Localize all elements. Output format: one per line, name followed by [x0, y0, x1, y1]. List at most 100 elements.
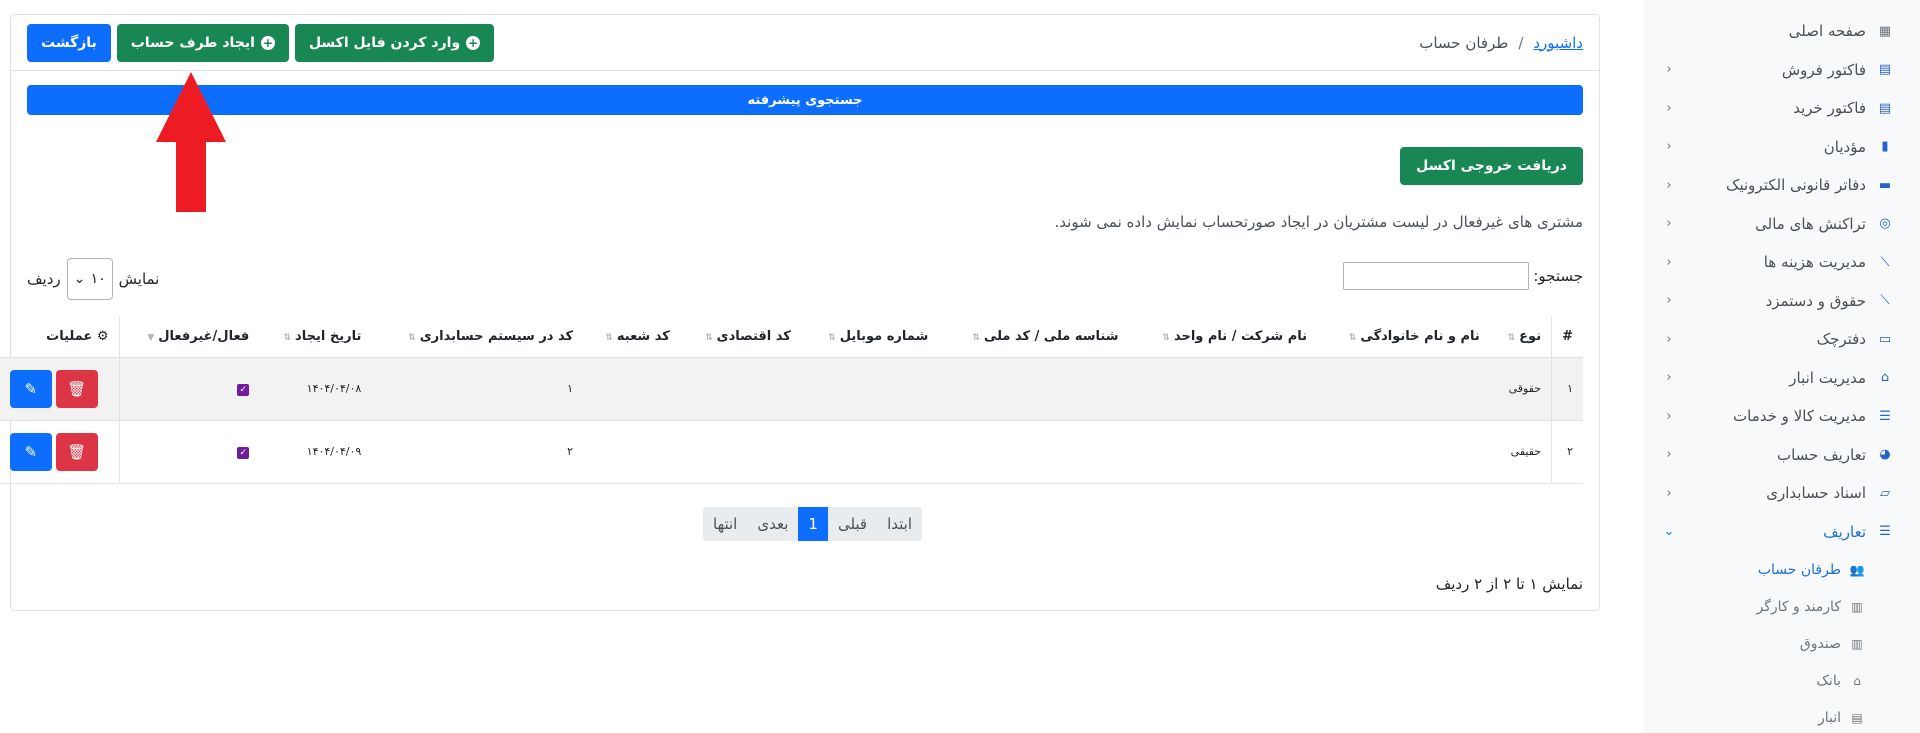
col-header-accounting-code[interactable]: کد در سیستم حسابداری⇅: [371, 317, 584, 358]
sidebar-item-legal-books[interactable]: ▬ دفاتر قانونی الکترونیک ‹: [1644, 166, 1920, 205]
pagination-last[interactable]: انتها: [703, 507, 747, 541]
table-header-row: # نوع⇅ نام و نام خانوادگی⇅ نام شرکت / نا…: [0, 317, 1583, 358]
col-header-active[interactable]: فعال/غیرفعال▼: [119, 317, 260, 358]
pagination-next[interactable]: بعدی: [747, 507, 798, 541]
sort-icon: ⇅: [283, 333, 292, 344]
sidebar-subitem-warehouse[interactable]: ▤ انبار: [1644, 699, 1920, 733]
page-length-select[interactable]: ۱۰ ⌄: [66, 258, 113, 300]
sort-icon: ⇅: [705, 333, 713, 344]
pagination: ابتدا قبلی 1 بعدی انتها: [703, 507, 923, 541]
cell-created-date: ۱۴۰۴/۰۴/۰۸: [259, 357, 372, 421]
col-header-name[interactable]: نام و نام خانوادگی⇅: [1316, 317, 1490, 358]
sidebar-item-purchase-invoice[interactable]: ▤ فاکتور خرید ‹: [1644, 89, 1920, 128]
back-button[interactable]: بازگشت: [27, 23, 111, 62]
chevron-left-icon: ‹: [1666, 100, 1672, 116]
sidebar-subitem-cashbox[interactable]: ▥ صندوق: [1644, 625, 1920, 662]
col-header-branch-code[interactable]: کد شعبه⇅: [583, 317, 680, 358]
cell-num: ۱: [1551, 357, 1583, 421]
sidebar-item-warehouse-management[interactable]: ⌂ مدیریت انبار ‹: [1644, 359, 1920, 398]
sidebar-item-definitions[interactable]: ☰ تعاریف ⌄: [1644, 513, 1920, 552]
active-checkbox[interactable]: ✓: [237, 446, 250, 459]
col-header-operations: ⚙ عملیات: [0, 317, 120, 358]
register-icon: ▥: [1851, 636, 1863, 651]
cell-operations: ✎ 🗑: [0, 420, 120, 484]
edit-icon: ✎: [24, 380, 38, 398]
sidebar-item-financial-transactions[interactable]: ◎ تراکنش های مالی ‹: [1644, 205, 1920, 244]
advanced-search-button[interactable]: جستجوی پیشرفته: [27, 85, 1583, 115]
sidebar: ▦ صفحه اصلی ▤ فاکتور فروش ‹ ▤ فاکتور خری…: [1644, 0, 1920, 733]
sidebar-item-checkbook[interactable]: ▭ دفترچک ‹: [1644, 320, 1920, 359]
list-icon: ☰: [1879, 408, 1891, 424]
plus-circle-icon: +: [466, 35, 481, 50]
sidebar-item-account-definitions[interactable]: ◕ تعاریف حساب ‹: [1644, 436, 1920, 475]
users-icon: 👥: [1849, 562, 1865, 577]
gears-icon: ⚙: [96, 329, 109, 345]
table-info: نمایش ۱ تا ۲ از ۲ ردیف: [1435, 575, 1583, 593]
red-arrow-annotation: [156, 72, 226, 212]
sort-icon: ⇅: [605, 333, 613, 344]
search-label: جستجو:: [1533, 267, 1583, 285]
pie-chart-icon: ◕: [1879, 447, 1891, 463]
breadcrumb-dashboard-link[interactable]: داشبورد: [1533, 34, 1583, 52]
search-input[interactable]: [1343, 262, 1530, 290]
sidebar-subitem-bank[interactable]: ⌂ بانک: [1644, 662, 1920, 699]
sidebar-item-sales-invoice[interactable]: ▤ فاکتور فروش ‹: [1644, 51, 1920, 90]
row-actions: ✎ 🗑: [0, 432, 109, 471]
sidebar-subitem-employees[interactable]: ▥ کارمند و کارگر: [1644, 588, 1920, 625]
col-header-mobile[interactable]: شماره موبایل⇅: [800, 317, 939, 358]
length-show-label: نمایش: [118, 270, 160, 288]
header-buttons: بازگشت + ایجاد طرف حساب + وارد کردن فایل…: [27, 23, 495, 62]
list-icon: ☰: [1879, 524, 1891, 540]
sort-icon: ⇅: [1162, 333, 1170, 344]
cell-economic-code: [679, 420, 801, 484]
sidebar-item-accounting-docs[interactable]: ▱ اسناد حسابداری ‹: [1644, 474, 1920, 513]
breadcrumb: داشبورد / طرفان حساب: [1419, 34, 1583, 52]
coins-icon: ◎: [1879, 216, 1891, 232]
export-excel-button[interactable]: دریافت خروجی اکسل: [1400, 147, 1583, 185]
chevron-down-icon: ⌄: [1663, 524, 1675, 540]
breadcrumb-current: طرفان حساب: [1419, 33, 1509, 52]
trash-icon: 🗑: [67, 443, 87, 461]
sort-icon: ⇅: [1348, 333, 1357, 344]
pagination-prev[interactable]: قبلی: [828, 507, 877, 541]
pagination-first[interactable]: ابتدا: [877, 507, 922, 541]
definitions-submenu: 👥 طرفان حساب ▥ کارمند و کارگر ▥ صندوق ⌂ …: [1644, 551, 1920, 733]
col-header-created-date[interactable]: تاریخ ایجاد⇅: [259, 317, 372, 358]
inactive-customers-notice: مشتری های غیرفعال در لیست مشتریان در ایج…: [1054, 213, 1583, 231]
cell-num: ۲: [1551, 420, 1583, 484]
chevron-left-icon: ‹: [1666, 216, 1672, 232]
import-excel-button[interactable]: + وارد کردن فایل اکسل: [294, 23, 495, 62]
chevron-left-icon: ‹: [1666, 293, 1672, 309]
cell-accounting-code: ۲: [371, 420, 584, 484]
cell-accounting-code: ۱: [371, 357, 584, 421]
cell-created-date: ۱۴۰۴/۰۴/۰۹: [259, 420, 372, 484]
card-header: داشبورد / طرفان حساب بازگشت + ایجاد طرف …: [11, 15, 1599, 71]
sidebar-item-home[interactable]: ▦ صفحه اصلی: [1644, 12, 1920, 51]
line-chart-icon: ⟋: [1880, 293, 1890, 309]
chevron-left-icon: ‹: [1666, 331, 1672, 347]
sidebar-subitem-account-parties[interactable]: 👥 طرفان حساب: [1644, 551, 1920, 588]
sort-desc-icon: ▼: [147, 333, 155, 344]
sidebar-item-taxpayers[interactable]: ▮ مؤدیان ‹: [1644, 128, 1920, 167]
delete-button[interactable]: 🗑: [55, 432, 98, 471]
sidebar-item-expenses[interactable]: ⟋ مدیریت هزینه ها ‹: [1644, 243, 1920, 282]
edit-button[interactable]: ✎: [9, 369, 52, 408]
money-icon: ▭: [1878, 331, 1892, 347]
edit-button[interactable]: ✎: [9, 432, 52, 471]
col-header-company[interactable]: نام شرکت / نام واحد⇅: [1128, 317, 1317, 358]
folder-icon: ▱: [1880, 485, 1890, 501]
sort-icon: ⇅: [972, 333, 980, 344]
create-account-party-button[interactable]: + ایجاد طرف حساب: [116, 23, 289, 62]
sidebar-item-goods-services[interactable]: ☰ مدیریت کالا و خدمات ‹: [1644, 397, 1920, 436]
col-header-national-id[interactable]: شناسه ملی / کد ملی⇅: [938, 317, 1129, 358]
col-header-num[interactable]: #: [1551, 317, 1583, 358]
cell-company: [1128, 357, 1317, 421]
grid-icon: ▦: [1878, 23, 1892, 39]
col-header-type[interactable]: نوع⇅: [1489, 317, 1552, 358]
active-checkbox[interactable]: ✓: [237, 383, 250, 396]
delete-button[interactable]: 🗑: [55, 369, 98, 408]
sidebar-item-payroll[interactable]: ⟋ حقوق و دستمزد ‹: [1644, 282, 1920, 321]
table-search: جستجو:: [1343, 262, 1583, 290]
col-header-economic-code[interactable]: کد اقتصادی⇅: [679, 317, 801, 358]
pagination-page-1[interactable]: 1: [798, 507, 828, 541]
